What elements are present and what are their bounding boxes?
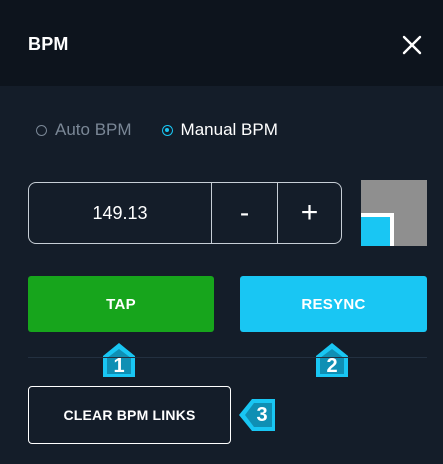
beat-indicator	[361, 180, 427, 246]
close-icon[interactable]	[400, 33, 424, 57]
callout-1-number: 1	[113, 355, 125, 377]
bpm-value-field[interactable]: 149.13	[29, 183, 212, 243]
panel-header: BPM	[0, 0, 443, 86]
beat-indicator-fill	[361, 213, 394, 246]
radio-auto-bpm-label: Auto BPM	[55, 120, 132, 139]
bpm-stepper: 149.13 - +	[28, 182, 342, 244]
clear-bpm-links-button[interactable]: CLEAR BPM LINKS	[28, 386, 231, 444]
bpm-increment-button[interactable]: +	[278, 183, 341, 243]
divider	[28, 357, 427, 358]
panel-title: BPM	[28, 34, 69, 54]
bpm-mode-selector: Auto BPM Manual BPM	[36, 118, 278, 142]
radio-checked-icon	[161, 124, 173, 136]
bpm-panel: BPM Auto BPM Manual BPM 149.13 - + TAP R…	[0, 0, 443, 464]
radio-auto-bpm[interactable]: Auto BPM	[36, 120, 132, 140]
callout-3-badge: 3	[239, 399, 275, 431]
radio-unchecked-icon	[36, 124, 47, 136]
radio-manual-bpm-label: Manual BPM	[180, 120, 278, 139]
callout-2-badge: 2	[316, 343, 348, 377]
resync-button[interactable]: RESYNC	[240, 276, 427, 332]
tap-button[interactable]: TAP	[28, 276, 214, 332]
bpm-decrement-button[interactable]: -	[212, 183, 278, 243]
callout-1-badge: 1	[103, 343, 135, 377]
callout-3-number: 3	[256, 404, 268, 426]
callout-2-number: 2	[326, 355, 338, 377]
radio-manual-bpm[interactable]: Manual BPM	[161, 120, 278, 140]
